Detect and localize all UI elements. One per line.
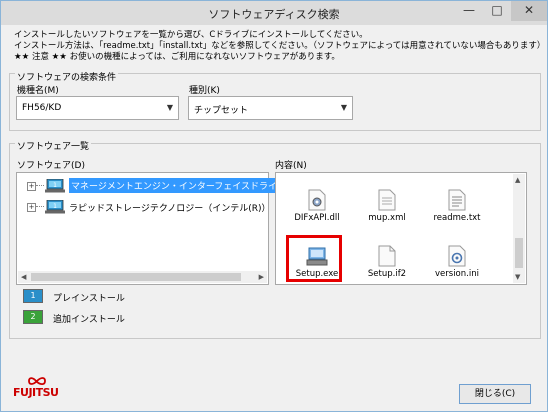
close-window-button[interactable]: ✕ (511, 1, 547, 21)
scroll-right-icon[interactable]: ▶ (259, 273, 264, 281)
type-value: チップセット (194, 106, 249, 116)
computer-icon: 1 (45, 200, 65, 214)
legend-label: 追加インストール (53, 315, 125, 325)
legend-label: プレインストール (53, 294, 125, 304)
software-tree[interactable]: + 1 マネージメントエンジン・インターフェイスドライバー（イン + 1 ラピッ… (16, 172, 324, 285)
file-name: readme.txt (433, 213, 481, 223)
contents-label: 内容(N) (275, 161, 307, 171)
blank-file-icon (378, 245, 396, 267)
model-name-label: 機種名(M) (17, 86, 59, 96)
software-label: ソフトウェア(D) (17, 161, 85, 171)
scroll-down-icon[interactable]: ▼ (515, 273, 520, 281)
file-item[interactable]: Setup.if2 (352, 245, 422, 279)
close-button[interactable]: 閉じる(C) (459, 384, 531, 404)
additional-install-badge: 2 (23, 310, 43, 324)
ini-file-icon (448, 245, 466, 267)
maximize-button[interactable]: □ (483, 1, 511, 21)
tree-item-rapid-storage[interactable]: + 1 ラピッドストレージテクノロジー（インテル(R)） (27, 199, 271, 215)
xml-file-icon (378, 189, 396, 211)
text-file-icon (448, 189, 466, 211)
file-name: DIFxAPI.dll (294, 213, 340, 223)
tree-item-label: ラピッドストレージテクノロジー（インテル(R)） (69, 204, 271, 214)
legend-additional-install: 2 追加インストール (23, 310, 143, 326)
type-dropdown[interactable]: チップセット ▼ (188, 96, 353, 120)
scroll-left-icon[interactable]: ◀ (21, 273, 26, 281)
tree-scroll-thumb[interactable] (31, 273, 241, 281)
model-name-dropdown[interactable]: FH56/KD ▼ (16, 96, 179, 120)
instruction-line-3: ★★ 注意 ★★ お使いの機種によっては、ご利用になれないソフトウェアがあります… (14, 52, 340, 62)
computer-icon: 1 (45, 179, 65, 193)
fujitsu-logo: FUJITSU (13, 376, 73, 400)
file-name: mup.xml (368, 213, 406, 223)
preinstall-badge: 1 (23, 289, 43, 303)
instruction-line-2: インストール方法は、「readme.txt」「install.txt」などを参照… (14, 41, 546, 51)
setup-exe-highlight (286, 235, 342, 282)
expand-icon[interactable]: + (27, 203, 36, 212)
chevron-down-icon: ▼ (166, 103, 173, 112)
minimize-button[interactable]: — (455, 1, 483, 21)
tree-horizontal-scrollbar[interactable]: ◀ ▶ (18, 271, 267, 283)
expand-icon[interactable]: + (27, 182, 36, 191)
scroll-up-icon[interactable]: ▲ (515, 176, 520, 184)
contents-scroll-thumb[interactable] (515, 238, 523, 268)
file-item[interactable]: readme.txt (422, 189, 492, 223)
contents-vertical-scrollbar[interactable]: ▲ ▼ (513, 174, 525, 283)
file-name: Setup.if2 (367, 269, 407, 279)
file-item[interactable]: version.ini (422, 245, 492, 279)
instruction-line-1: インストールしたいソフトウェアを一覧から選び、Cドライブにインストールしてくださ… (14, 30, 368, 40)
file-item[interactable]: DIFxAPI.dll (282, 189, 352, 223)
file-name: version.ini (435, 269, 479, 279)
title-bar: ソフトウェアディスク検索 — □ ✕ (1, 1, 547, 25)
contents-view[interactable]: ▲ ▼ DIFxAPI.dll mup.xml readme.txt Setup… (275, 172, 527, 285)
brand-name: FUJITSU (13, 386, 59, 399)
software-list-label: ソフトウェア一覧 (15, 139, 92, 152)
dll-file-icon (308, 189, 326, 211)
search-conditions-label: ソフトウェアの検索条件 (15, 70, 119, 83)
tree-item-management-engine[interactable]: + 1 マネージメントエンジン・インターフェイスドライバー（イン (27, 178, 324, 194)
model-name-value: FH56/KD (22, 103, 62, 113)
svg-text:1: 1 (53, 182, 57, 189)
software-disk-search-window: ソフトウェアディスク検索 — □ ✕ インストールしたいソフトウェアを一覧から選… (0, 0, 548, 412)
legend-preinstall: 1 プレインストール (23, 289, 143, 305)
chevron-down-icon: ▼ (340, 103, 347, 112)
svg-text:1: 1 (53, 203, 57, 210)
file-item[interactable]: mup.xml (352, 189, 422, 223)
type-label: 種別(K) (189, 86, 220, 96)
